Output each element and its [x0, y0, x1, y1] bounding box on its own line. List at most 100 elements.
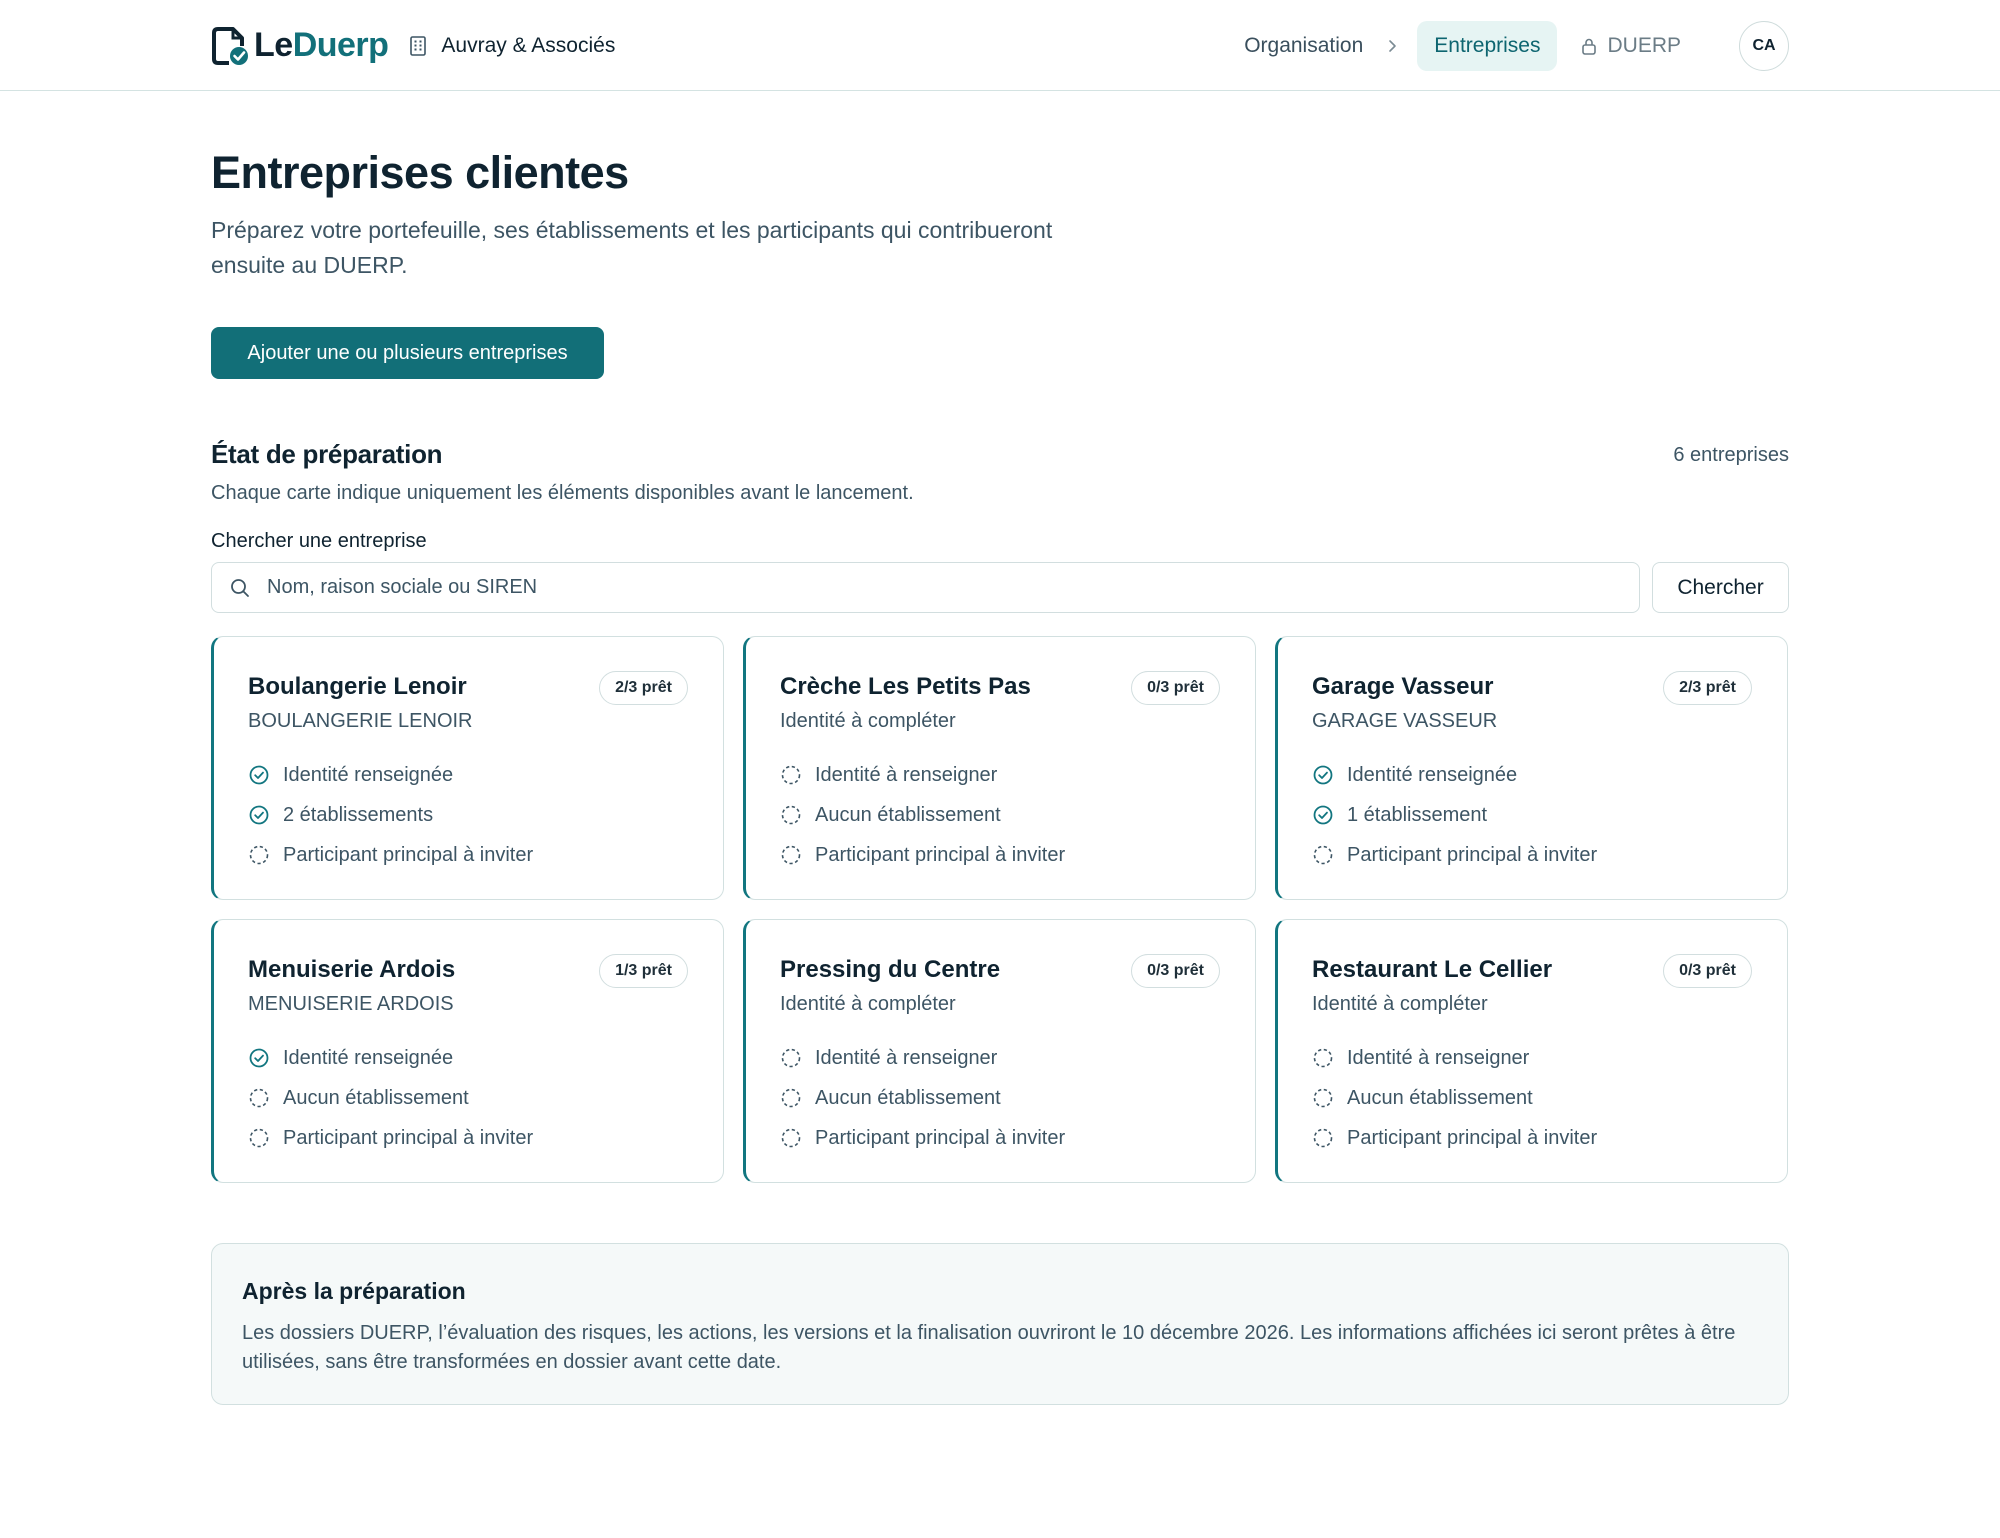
nav-duerp-locked: DUERP	[1579, 34, 1681, 58]
company-name[interactable]: Crèche Les Petits Pas	[780, 673, 1031, 701]
company-card[interactable]: Crèche Les Petits Pas 0/3 prêt Identité à …	[743, 636, 1256, 900]
company-card[interactable]: Menuiserie Ardois 1/3 prêt MENUISERIE ARDO…	[211, 919, 724, 1183]
company-card[interactable]: Restaurant Le Cellier 0/3 prêt Identité à …	[1275, 919, 1788, 1183]
status-item-label: Aucun établissement	[815, 803, 1001, 826]
status-item-label: Participant principal à inviter	[1347, 843, 1598, 866]
readiness-badge: 0/3 prêt	[1131, 671, 1220, 705]
nav-duerp-label: DUERP	[1607, 33, 1681, 57]
status-list: Identité à renseigner Aucun établissement…	[780, 755, 1220, 875]
company-card[interactable]: Pressing du Centre 0/3 prêt Identité à com…	[743, 919, 1256, 1183]
dashed-circle-icon	[249, 1088, 269, 1108]
nav-entreprises[interactable]: Entreprises	[1417, 20, 1558, 71]
company-card[interactable]: Boulangerie Lenoir 2/3 prêt BOULANGERIE LE…	[211, 636, 724, 900]
company-name[interactable]: Menuiserie Ardois	[248, 956, 455, 984]
dashed-circle-icon	[249, 845, 269, 865]
status-list: Identité renseignée Aucun établissement Pa…	[248, 1038, 688, 1158]
organisation-label: Auvray & Associés	[407, 34, 615, 58]
readiness-badge: 1/3 prêt	[599, 954, 688, 988]
company-name[interactable]: Restaurant Le Cellier	[1312, 956, 1552, 984]
organisation-name: Auvray & Associés	[441, 33, 616, 57]
dashed-circle-icon	[781, 1088, 801, 1108]
brand-name: LeDuerp	[254, 26, 389, 65]
status-item: Identité à renseigner	[780, 755, 1220, 795]
brand-name-part1: Le	[254, 26, 293, 64]
brand-logo-link[interactable]: LeDuerp	[211, 26, 389, 66]
company-subtitle: MENUISERIE ARDOIS	[248, 993, 454, 1015]
status-item: Participant principal à inviter	[248, 835, 688, 875]
main-nav: Organisation Entreprises DUERP CA	[1244, 20, 1789, 71]
company-card-header: Crèche Les Petits Pas 0/3 prêt	[780, 671, 1220, 705]
status-item-label: Participant principal à inviter	[283, 843, 534, 866]
status-list: Identité à renseigner Aucun établissement…	[780, 1038, 1220, 1158]
status-item-label: 1 établissement	[1347, 803, 1488, 826]
status-item-label: Participant principal à inviter	[815, 843, 1066, 866]
dashed-circle-icon	[781, 1128, 801, 1148]
page-title: Entreprises clientes	[211, 147, 629, 198]
status-item: Participant principal à inviter	[1312, 1118, 1752, 1158]
nav-organisation[interactable]: Organisation	[1244, 34, 1363, 58]
status-item-label: Aucun établissement	[283, 1086, 469, 1109]
status-item: 2 établissements	[248, 795, 688, 835]
status-item-label: Identité à renseigner	[1347, 1046, 1530, 1069]
company-subtitle: Identité à compléter	[1312, 993, 1488, 1015]
status-item: Identité à renseigner	[1312, 1038, 1752, 1078]
preparation-description: Chaque carte indique uniquement les élém…	[211, 482, 914, 504]
search-icon	[231, 578, 249, 597]
status-item-label: Aucun établissement	[815, 1086, 1001, 1109]
company-subtitle: BOULANGERIE LENOIR	[248, 710, 473, 732]
companies-grid: Boulangerie Lenoir 2/3 prêt BOULANGERIE LE…	[211, 636, 1789, 1183]
status-item: 1 établissement	[1312, 795, 1752, 835]
readiness-badge: 2/3 prêt	[599, 671, 688, 705]
after-preparation-text: Les dossiers DUERP, l’évaluation des ris…	[242, 1322, 1736, 1373]
dashed-circle-icon	[781, 1048, 801, 1068]
status-item: Participant principal à inviter	[1312, 835, 1752, 875]
company-name[interactable]: Garage Vasseur	[1312, 673, 1493, 701]
search-label: Chercher une entreprise	[211, 530, 427, 552]
check-circle-icon	[249, 1048, 269, 1068]
company-card-header: Menuiserie Ardois 1/3 prêt	[248, 954, 688, 988]
brand-name-part2: Duerp	[292, 26, 389, 64]
dashed-circle-icon	[781, 805, 801, 825]
company-subtitle: Identité à compléter	[780, 993, 956, 1015]
add-companies-button[interactable]: Ajouter une ou plusieurs entreprises	[211, 327, 604, 379]
company-name[interactable]: Boulangerie Lenoir	[248, 673, 467, 701]
status-list: Identité à renseigner Aucun établissement…	[1312, 1038, 1752, 1158]
company-subtitle: GARAGE VASSEUR	[1312, 710, 1498, 732]
dashed-circle-icon	[781, 765, 801, 785]
check-circle-icon	[249, 765, 269, 785]
user-avatar-button[interactable]: CA	[1739, 20, 1789, 71]
building-icon	[410, 35, 427, 56]
status-item-label: Identité renseignée	[1347, 763, 1518, 786]
status-item: Aucun établissement	[248, 1078, 688, 1118]
status-item: Aucun établissement	[780, 1078, 1220, 1118]
search-button[interactable]: Chercher	[1652, 562, 1789, 613]
company-card[interactable]: Garage Vasseur 2/3 prêt GARAGE VASSEUR Iden…	[1275, 636, 1788, 900]
search-input[interactable]	[265, 566, 1639, 609]
after-preparation-panel: Après la préparation Les dossiers DUERP,…	[211, 1243, 1789, 1405]
dashed-circle-icon	[1313, 845, 1333, 865]
status-item: Identité renseignée	[248, 1038, 688, 1078]
status-item-label: Aucun établissement	[1347, 1086, 1533, 1109]
company-card-header: Pressing du Centre 0/3 prêt	[780, 954, 1220, 988]
preparation-section-title: État de préparation	[211, 439, 443, 469]
dashed-circle-icon	[1313, 1128, 1333, 1148]
lock-icon	[1582, 38, 1597, 55]
status-item-label: Participant principal à inviter	[283, 1126, 534, 1149]
company-subtitle: Identité à compléter	[780, 710, 956, 732]
chevron-right-icon	[1389, 39, 1397, 52]
readiness-badge: 0/3 prêt	[1663, 954, 1752, 988]
status-item-label: Identité à renseigner	[815, 763, 998, 786]
company-card-header: Boulangerie Lenoir 2/3 prêt	[248, 671, 688, 705]
status-item: Participant principal à inviter	[248, 1118, 688, 1158]
document-check-icon	[212, 26, 248, 65]
readiness-badge: 2/3 prêt	[1663, 671, 1752, 705]
status-item: Aucun établissement	[1312, 1078, 1752, 1118]
status-item-label: Participant principal à inviter	[815, 1126, 1066, 1149]
check-circle-icon	[249, 805, 269, 825]
search-field[interactable]	[211, 562, 1640, 613]
dashed-circle-icon	[249, 1128, 269, 1148]
readiness-badge: 0/3 prêt	[1131, 954, 1220, 988]
company-name[interactable]: Pressing du Centre	[780, 956, 1000, 984]
dashed-circle-icon	[1313, 1088, 1333, 1108]
status-item-label: Identité renseignée	[283, 1046, 454, 1069]
